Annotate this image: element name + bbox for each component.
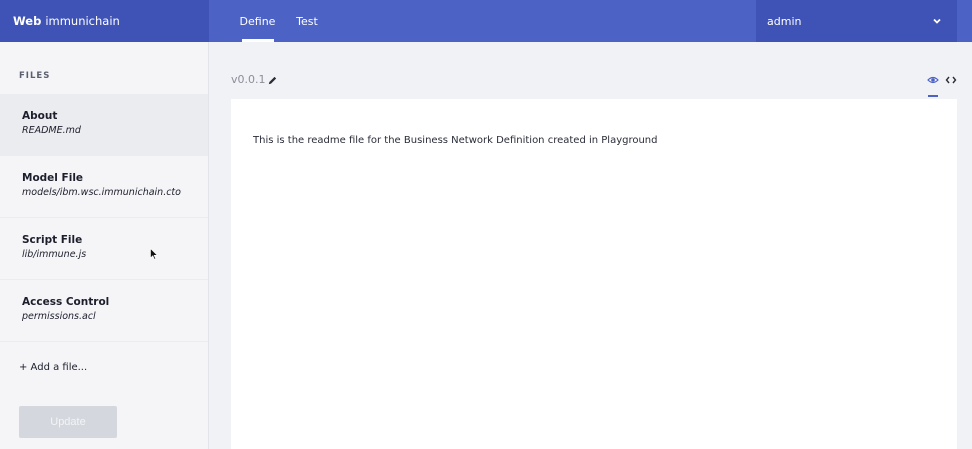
readme-text: This is the readme file for the Business…: [253, 135, 658, 146]
code-icon[interactable]: [945, 74, 957, 86]
version-label: v0.0.1: [231, 73, 266, 86]
file-title: Model File: [22, 172, 84, 184]
file-path: models/ibm.wsc.immunichain.cto: [22, 187, 181, 198]
user-menu[interactable]: admin: [756, 0, 957, 42]
files-heading: FILES: [19, 71, 51, 81]
file-title: Access Control: [22, 296, 110, 308]
file-item-model[interactable]: Model File models/ibm.wsc.immunichain.ct…: [0, 156, 208, 218]
update-button[interactable]: Update: [19, 406, 117, 438]
brand-prefix: Web: [13, 14, 42, 28]
sidebar: FILES About README.md Model File models/…: [0, 42, 209, 449]
tab-define[interactable]: Define: [240, 0, 276, 42]
view-mode-indicator: [928, 95, 938, 97]
file-title: Script File: [22, 234, 83, 246]
file-path: lib/immune.js: [22, 249, 87, 260]
active-tab-indicator: [242, 39, 274, 42]
file-item-about[interactable]: About README.md: [0, 94, 208, 156]
chevron-down-icon: [933, 18, 941, 24]
nav-bar: Define Test admin: [209, 0, 972, 42]
file-item-script[interactable]: Script File lib/immune.js: [0, 218, 208, 280]
file-item-access-control[interactable]: Access Control permissions.acl: [0, 280, 208, 342]
user-name: admin: [767, 14, 802, 28]
file-path: README.md: [22, 125, 81, 136]
add-file-link[interactable]: + Add a file...: [19, 362, 87, 373]
tab-test[interactable]: Test: [295, 0, 319, 42]
mouse-cursor-icon: [150, 248, 158, 260]
brand: Web immunichain: [0, 0, 209, 42]
top-bar: Web immunichain Define Test admin: [0, 0, 972, 42]
brand-name: immunichain: [45, 14, 120, 28]
file-path: permissions.acl: [22, 311, 96, 322]
pencil-icon[interactable]: [267, 75, 278, 86]
eye-icon[interactable]: [927, 74, 939, 86]
file-title: About: [22, 110, 58, 122]
readme-preview: This is the readme file for the Business…: [231, 99, 957, 449]
